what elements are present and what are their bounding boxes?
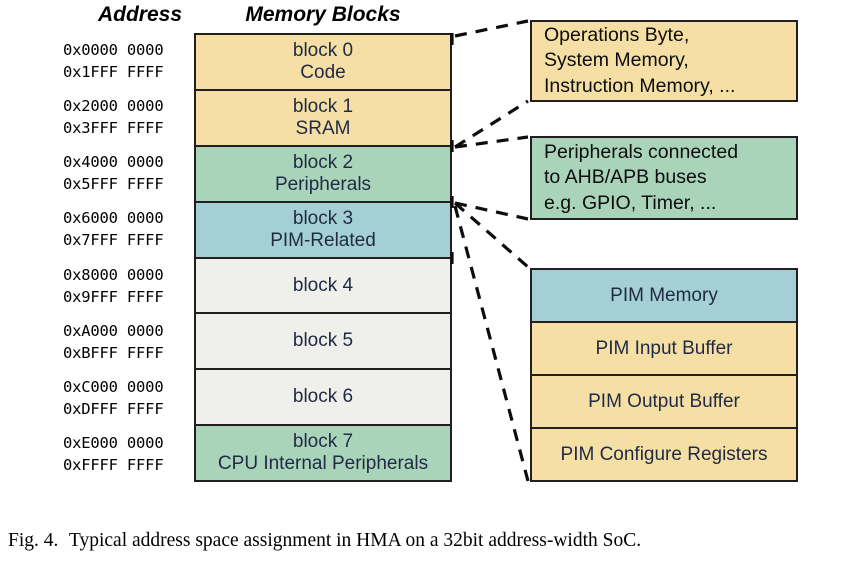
callout-line: Operations Byte, — [544, 23, 690, 46]
callout-line: Peripherals connected — [544, 140, 739, 163]
memory-block-name: block 1 — [292, 96, 354, 118]
address-start: 0x4000 0000 — [63, 153, 164, 172]
figure-caption-text: Typical address space assignment in HMA … — [68, 530, 642, 551]
memory-block-0: block 0 Code — [196, 35, 450, 91]
connector-block2-top — [454, 135, 529, 149]
memory-block-desc: Code — [300, 61, 346, 83]
memory-block-6: block 6 — [196, 370, 450, 427]
pim-row-input-buffer: PIM Input Buffer — [532, 323, 796, 376]
address-column: 0x0000 0000 0x1FFF FFFF 0x2000 0000 0x3F… — [63, 33, 191, 482]
callout-box-peripherals: Peripherals connected to AHB/APB buses e… — [530, 136, 798, 220]
memory-block-name: block 0 — [292, 40, 354, 62]
address-end: 0xDFFF FFFF — [63, 399, 164, 418]
connector-block3-bottom — [453, 205, 530, 482]
memory-block-2: block 2 Peripherals — [196, 146, 450, 203]
address-pair: 0xA000 0000 0xBFFF FFFF — [63, 314, 191, 370]
figure-caption: Fig. 4. Typical address space assignment… — [8, 528, 844, 554]
memory-block-name: block 5 — [292, 330, 354, 352]
callout-line: System Memory, — [544, 49, 689, 72]
memory-block-name: block 7 — [292, 431, 354, 453]
address-end: 0x9FFF FFFF — [63, 287, 164, 306]
address-end: 0x1FFF FFFF — [63, 63, 164, 82]
memory-block-desc: PIM-Related — [270, 229, 376, 251]
connector-block3-top — [453, 201, 530, 269]
address-pair: 0x4000 0000 0x5FFF FFFF — [63, 145, 191, 201]
address-start: 0xE000 0000 — [63, 433, 164, 452]
address-end: 0xBFFF FFFF — [63, 343, 164, 362]
memory-block-name: block 6 — [292, 386, 354, 408]
address-start: 0x0000 0000 — [63, 41, 164, 60]
memory-block-5: block 5 — [196, 314, 450, 371]
memory-block-name: block 3 — [292, 207, 354, 229]
address-pair: 0xC000 0000 0xDFFF FFFF — [63, 370, 191, 426]
memory-block-desc: SRAM — [295, 117, 351, 139]
address-start: 0x6000 0000 — [63, 209, 164, 228]
address-start: 0xA000 0000 — [63, 321, 164, 340]
callout-line: Instruction Memory, ... — [544, 74, 736, 97]
address-start: 0x2000 0000 — [63, 97, 164, 116]
address-end: 0x7FFF FFFF — [63, 231, 164, 250]
memory-block-desc: Peripherals — [274, 173, 372, 195]
pim-row-label: PIM Output Buffer — [588, 390, 740, 412]
memory-block-1: block 1 SRAM — [196, 90, 450, 147]
figure-caption-label: Fig. 4. — [8, 530, 59, 551]
address-start: 0xC000 0000 — [63, 377, 164, 396]
pim-row-label: PIM Configure Registers — [560, 443, 768, 465]
memory-block-7: block 7 CPU Internal Peripherals — [196, 426, 450, 480]
memory-block-desc: CPU Internal Peripherals — [217, 453, 429, 475]
memory-block-4: block 4 — [196, 258, 450, 315]
pim-row-label: PIM Input Buffer — [595, 337, 733, 359]
address-end: 0x3FFF FFFF — [63, 119, 164, 138]
address-end: 0x5FFF FFFF — [63, 175, 164, 194]
pim-row-configure-registers: PIM Configure Registers — [532, 429, 796, 480]
figure-address-space-map: Address Memory Blocks 0x0000 0000 0x1FFF… — [0, 0, 850, 588]
pim-row-label: PIM Memory — [610, 284, 718, 306]
column-header-memory-blocks: Memory Blocks — [245, 3, 401, 26]
callout-line: to AHB/APB buses — [544, 166, 707, 189]
address-end: 0xFFFF FFFF — [63, 455, 164, 474]
pim-row-memory: PIM Memory — [532, 270, 796, 323]
column-header-address: Address — [97, 3, 183, 26]
pim-detail-stack: PIM Memory PIM Input Buffer PIM Output B… — [530, 268, 798, 482]
memory-block-name: block 2 — [292, 152, 354, 174]
connector-block2-bottom — [454, 201, 529, 221]
connector-block1-bottom — [454, 99, 529, 149]
connector-block0-top — [454, 19, 529, 38]
address-pair: 0x8000 0000 0x9FFF FFFF — [63, 258, 191, 314]
memory-block-column: block 0 Code block 1 SRAM block 2 Periph… — [194, 33, 452, 482]
callout-line: e.g. GPIO, Timer, ... — [544, 191, 717, 214]
callout-box-code: Operations Byte, System Memory, Instruct… — [530, 20, 798, 102]
address-pair: 0x6000 0000 0x7FFF FFFF — [63, 201, 191, 257]
memory-block-name: block 4 — [292, 274, 354, 296]
address-pair: 0x0000 0000 0x1FFF FFFF — [63, 33, 191, 89]
address-start: 0x8000 0000 — [63, 265, 164, 284]
memory-block-3: block 3 PIM-Related — [196, 202, 450, 259]
address-pair: 0xE000 0000 0xFFFF FFFF — [63, 426, 191, 482]
address-pair: 0x2000 0000 0x3FFF FFFF — [63, 89, 191, 145]
pim-row-output-buffer: PIM Output Buffer — [532, 376, 796, 429]
